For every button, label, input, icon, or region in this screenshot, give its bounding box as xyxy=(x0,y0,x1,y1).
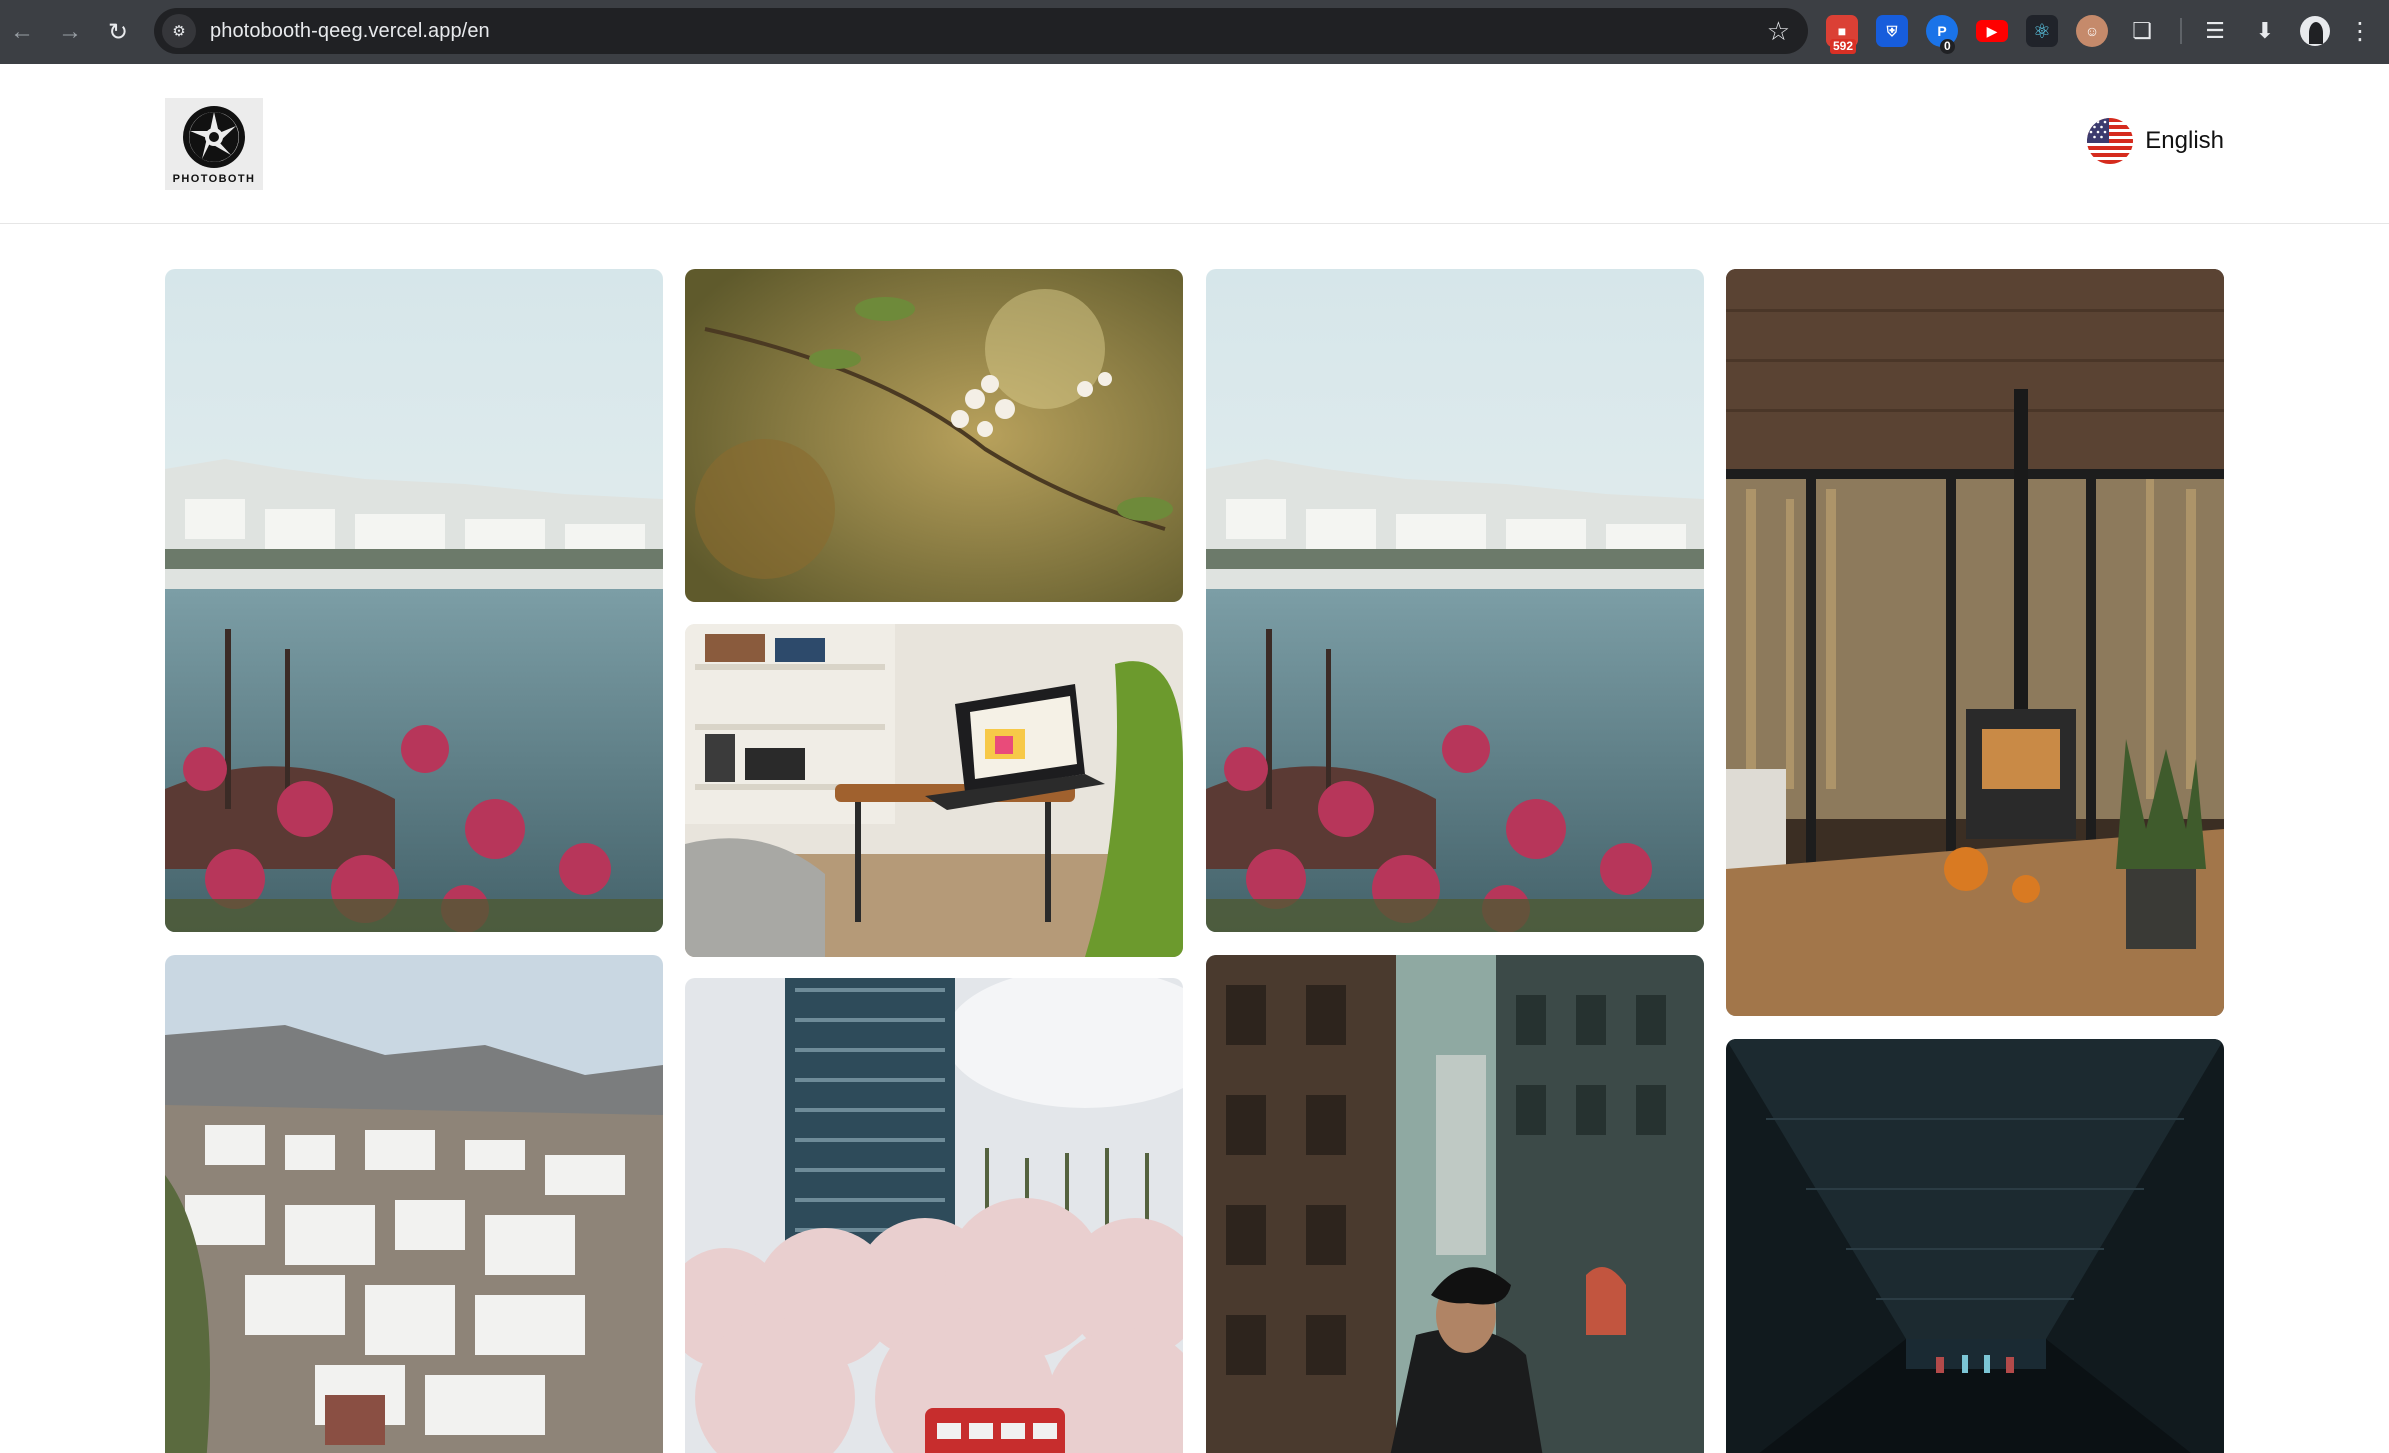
us-flag-icon xyxy=(2087,118,2134,164)
reload-icon[interactable]: ↻ xyxy=(104,18,132,46)
photo-blossom-branch[interactable] xyxy=(685,269,1183,602)
photo-cabin-interior[interactable] xyxy=(1726,269,2224,1016)
youtube-extension-icon[interactable]: ▶ xyxy=(1976,20,2008,42)
menu-icon[interactable]: ⋮ xyxy=(2348,17,2372,46)
photobooth-logo[interactable]: PHOTOBOTH xyxy=(165,98,263,190)
reading-list-icon[interactable]: ☰ xyxy=(2200,16,2230,46)
forward-icon[interactable]: → xyxy=(56,18,84,46)
logo-text: PHOTOBOTH xyxy=(172,173,256,185)
toolbar-separator xyxy=(2180,18,2182,44)
address-bar[interactable]: ⚙ photobooth-qeeg.vercel.app/en ☆ xyxy=(154,8,1808,54)
aperture-icon xyxy=(183,106,245,168)
photo-mykonos-harbor-2[interactable] xyxy=(1206,269,1704,932)
extension-badge: 0 xyxy=(1940,39,1955,54)
language-label: English xyxy=(2145,127,2224,154)
photo-gallery xyxy=(165,269,2225,1453)
photo-tower-cherry[interactable] xyxy=(685,978,1183,1453)
photo-santorini[interactable] xyxy=(165,955,663,1453)
avatar-extension-icon[interactable]: ☺ xyxy=(2076,15,2108,47)
download-icon[interactable]: ⬇ xyxy=(2250,16,2280,46)
photo-mykonos-harbor-1[interactable] xyxy=(165,269,663,932)
photo-laptop-desk[interactable] xyxy=(685,624,1183,957)
star-icon[interactable]: ☆ xyxy=(1767,17,1790,45)
todoist-badge: 592 xyxy=(1830,39,1857,54)
extension-icon-blue[interactable]: P0 xyxy=(1926,15,1958,54)
site-info-icon[interactable]: ⚙ xyxy=(162,14,196,48)
photo-dark-corridor[interactable] xyxy=(1726,1039,2224,1453)
profile-avatar[interactable] xyxy=(2300,16,2330,46)
extensions-tray: ■ 592 ⛨ P0 ▶ ⚛ ☺ ❏ ☰ ⬇ ⋮ xyxy=(1826,12,2372,54)
bitwarden-extension-icon[interactable]: ⛨ xyxy=(1876,15,1908,47)
puzzle-extensions-icon[interactable]: ❏ xyxy=(2126,15,2158,47)
language-switcher[interactable]: English xyxy=(2087,118,2224,164)
react-devtools-extension-icon[interactable]: ⚛ xyxy=(2026,15,2058,47)
url-text[interactable]: photobooth-qeeg.vercel.app/en xyxy=(210,20,490,43)
site-header: PHOTOBOTH English xyxy=(0,64,2389,224)
browser-toolbar: ← → ↻ ⚙ photobooth-qeeg.vercel.app/en ☆ … xyxy=(0,0,2389,64)
photo-city-man[interactable] xyxy=(1206,955,1704,1453)
back-icon[interactable]: ← xyxy=(8,18,36,46)
todoist-extension-icon[interactable]: ■ 592 xyxy=(1826,15,1858,54)
